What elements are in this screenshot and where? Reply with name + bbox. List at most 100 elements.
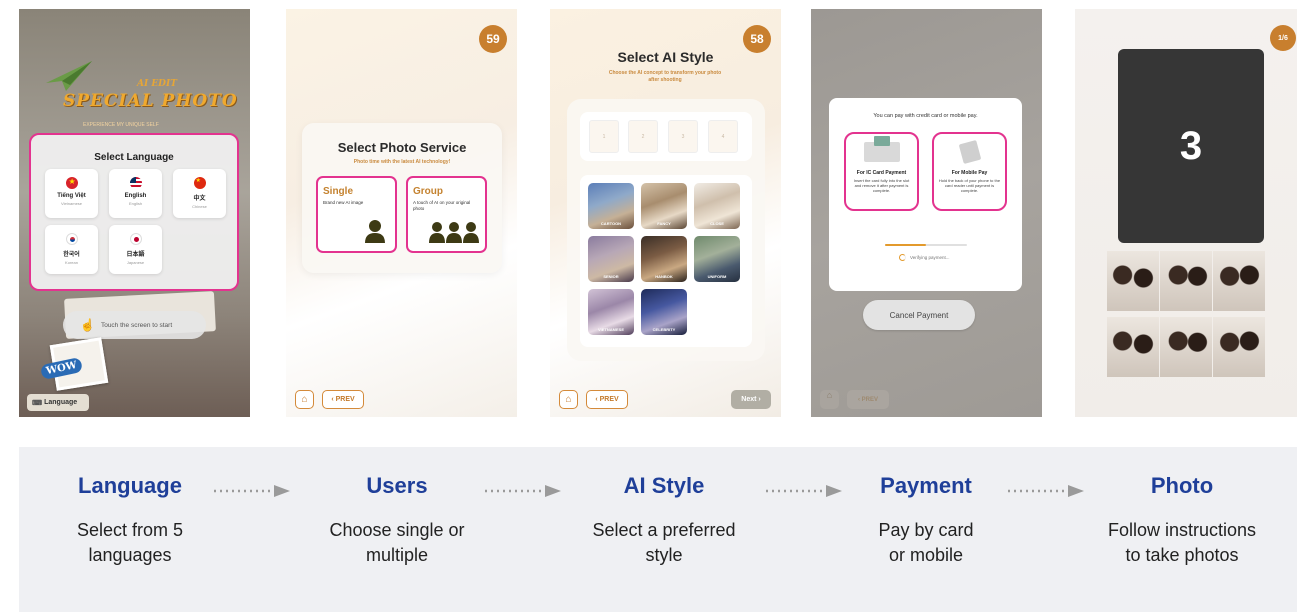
paper-plane-icon [46, 61, 92, 91]
style-label: UNIFORM [707, 274, 727, 279]
language-name: English [124, 193, 147, 199]
prev-button[interactable]: ‹ PREV [586, 390, 628, 409]
photo-thumb [1213, 251, 1265, 311]
language-name: 한국어 [63, 252, 80, 258]
style-panel: 1 2 3 4 CARTOON FANCY CLOSE SENIOR HANBO… [567, 99, 765, 361]
language-sub: Japanese [126, 260, 145, 265]
language-option-korean[interactable]: 한국어 Korean [45, 225, 98, 274]
style-slot[interactable]: 2 [628, 120, 658, 153]
group-option[interactable]: Group A touch of AI on your original pho… [406, 176, 487, 253]
style-uniform[interactable]: UNIFORM [694, 236, 740, 282]
style-celebrity[interactable]: CELEBRITY [641, 289, 687, 335]
style-vietnamese[interactable]: VIETNAMESE [588, 289, 634, 335]
mobile-pay-title: For Mobile Pay [951, 170, 988, 176]
countdown-number: 3 [1179, 123, 1203, 168]
style-fancy[interactable]: FANCY [641, 183, 687, 229]
flow-step-desc: Choose single or multiple [329, 520, 465, 566]
style-hanbok[interactable]: HANBOK [641, 236, 687, 282]
camera-preview: 3 [1118, 49, 1264, 243]
translate-icon: ⌨ [32, 399, 43, 407]
flow-step-language: Language Select from 5 languages [35, 473, 225, 568]
language-sub: Korean [65, 260, 78, 265]
home-button[interactable]: ⌂ [559, 390, 578, 409]
style-label: VIETNAMESE [597, 327, 624, 332]
prev-button[interactable]: ‹ PREV [847, 390, 889, 409]
shot-counter-badge: 1/6 [1270, 25, 1296, 51]
mobile-pay-option[interactable]: For Mobile Pay Hold the back of your pho… [932, 132, 1007, 211]
style-label: FANCY [657, 221, 671, 226]
vietnam-flag-icon: ★ [65, 177, 78, 189]
verifying-row: Verifying payment... [899, 254, 950, 261]
home-icon: ⌂ [301, 394, 308, 405]
screen-payment: You can pay with credit card or mobile p… [811, 9, 1042, 417]
flow-step-title: Payment [880, 473, 972, 498]
service-title: Select Photo Service [337, 140, 467, 155]
photo-grid [1107, 251, 1265, 381]
language-option-chinese[interactable]: ★ 中文 Chinese [173, 169, 226, 218]
flow-step-title: Users [366, 473, 428, 498]
photo-thumb [1160, 317, 1212, 377]
touch-to-start-button[interactable]: ☝ Touch the screen to start [63, 311, 206, 339]
language-name: 中文 [193, 196, 206, 202]
style-cartoon[interactable]: CARTOON [588, 183, 634, 229]
language-option-vietnamese[interactable]: ★ Tiếng Việt Vietnamese [45, 169, 98, 218]
language-panel: Select Language ★ Tiếng Việt Vietnamese … [29, 133, 239, 291]
flow-step-photo: Photo Follow instructions to take photos [1087, 473, 1277, 568]
japan-flag-icon [129, 233, 142, 245]
payment-progress-fill [885, 244, 926, 246]
cancel-payment-button[interactable]: Cancel Payment [863, 300, 975, 330]
language-button[interactable]: ⌨ Language [27, 394, 89, 411]
flow-step-payment: Payment Pay by card or mobile [831, 473, 1021, 568]
touch-label: Touch the screen to start [100, 321, 173, 329]
spinner-icon [899, 254, 906, 261]
language-sub: English [128, 201, 143, 206]
flow-step-ai-style: AI Style Select a preferred style [569, 473, 759, 568]
home-icon: ⌂ [826, 390, 833, 400]
logo-small-text: AI EDIT [137, 79, 177, 89]
arrow-right-icon [485, 485, 561, 497]
ic-card-option[interactable]: For IC Card Payment Insert the card full… [844, 132, 919, 211]
next-button[interactable]: Next › [731, 390, 771, 409]
ic-card-title: For IC Card Payment [856, 170, 907, 176]
verifying-text: Verifying payment... [910, 255, 950, 260]
single-option[interactable]: Single Brand new AI image [316, 176, 397, 253]
flow-step-desc: Follow instructions to take photos [1107, 520, 1257, 566]
photo-thumb [1160, 251, 1212, 311]
flow-step-title: AI Style [623, 473, 705, 498]
language-sub: Vietnamese [60, 201, 83, 206]
china-flag-icon: ★ [193, 177, 206, 189]
mobile-phone-icon [958, 140, 981, 164]
logo-tagline: EXPERIENCE MY UNIQUE SELF [83, 122, 159, 128]
style-slot[interactable]: 3 [668, 120, 698, 153]
screen-language: AI EDIT SPECIAL PHOTO EXPERIENCE MY UNIQ… [19, 9, 250, 417]
selected-slots: 1 2 3 4 [580, 112, 752, 161]
photo-thumb [1107, 251, 1159, 311]
language-button-label: Language [44, 399, 78, 406]
prev-button[interactable]: ‹ PREV [322, 390, 364, 409]
countdown-badge: 59 [479, 25, 507, 53]
flow-step-desc: Pay by card or mobile [878, 520, 974, 566]
group-desc: A touch of AI on your original photo [413, 200, 471, 211]
home-button[interactable]: ⌂ [295, 390, 314, 409]
style-title: Select AI Style [617, 49, 714, 65]
language-option-english[interactable]: English English [109, 169, 162, 218]
style-label: CARTOON [600, 221, 622, 226]
arrow-right-icon [214, 485, 290, 497]
photo-thumb [1213, 317, 1265, 377]
payment-header: You can pay with credit card or mobile p… [873, 113, 978, 119]
style-senior[interactable]: SENIOR [588, 236, 634, 282]
style-label: SENIOR [603, 274, 619, 279]
style-grid: CARTOON FANCY CLOSE SENIOR HANBOK UNIFOR… [580, 175, 752, 347]
style-slot[interactable]: 1 [589, 120, 619, 153]
language-option-japanese[interactable]: 日本語 Japanese [109, 225, 162, 274]
screen-service: 59 Select Photo Service Photo time with … [286, 9, 517, 417]
card-reader-icon [863, 136, 900, 162]
style-close[interactable]: CLOSE [694, 183, 740, 229]
flow-steps: Language Select from 5 languages Users Ch… [19, 447, 1297, 612]
korea-flag-icon [65, 233, 78, 245]
panel-title: Select Language [94, 152, 174, 163]
home-button[interactable]: ⌂ [820, 390, 839, 409]
flow-step-users: Users Choose single or multiple [302, 473, 492, 568]
home-icon: ⌂ [565, 394, 572, 405]
style-slot[interactable]: 4 [708, 120, 738, 153]
